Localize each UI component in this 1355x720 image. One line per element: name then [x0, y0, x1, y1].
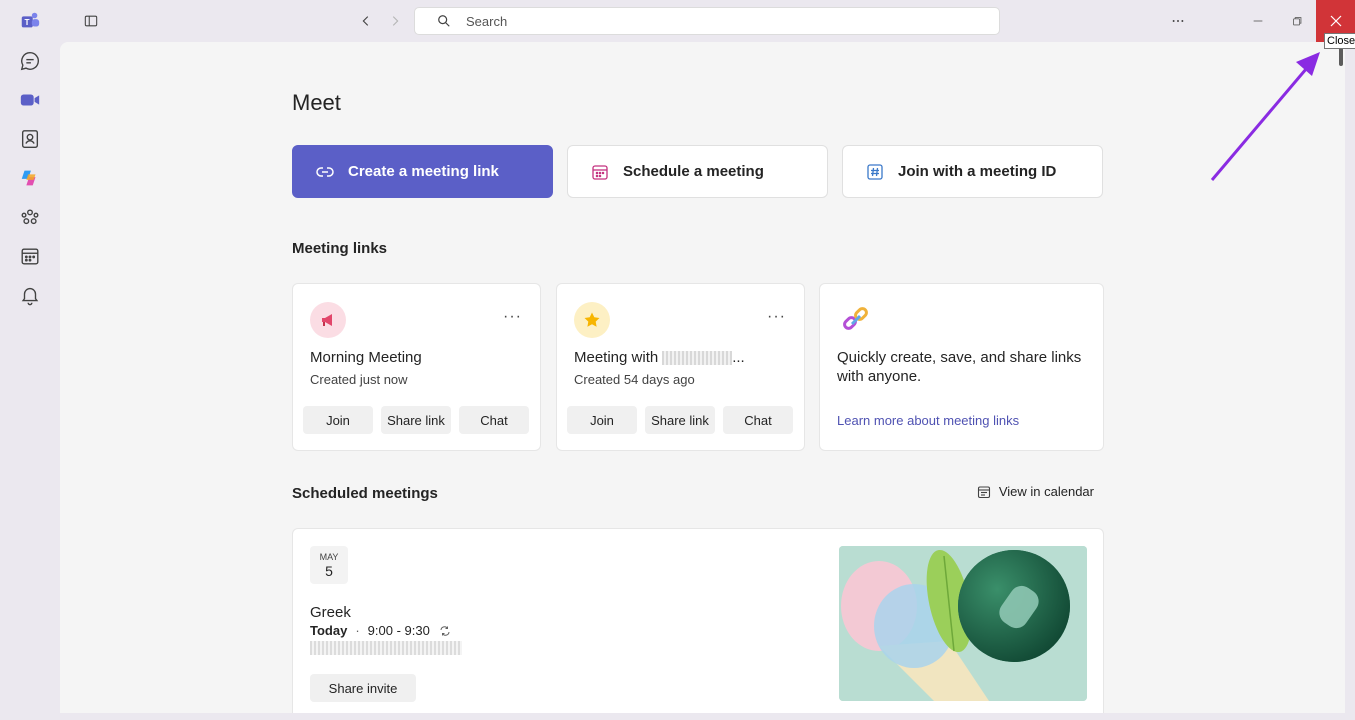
redacted-details — [310, 641, 462, 655]
meeting-time: Today · 9:00 - 9:30 — [310, 623, 451, 638]
title-bar — [60, 0, 1355, 42]
join-meeting-id-button[interactable]: Join with a meeting ID — [842, 145, 1103, 198]
separator: · — [355, 623, 360, 638]
scheduled-meeting-card[interactable]: MAY 5 Greek Today · 9:00 - 9:30 Share in… — [292, 528, 1104, 713]
share-link-button[interactable]: Share link — [645, 406, 715, 434]
scheduled-meetings-title: Scheduled meetings — [292, 485, 438, 502]
join-button[interactable]: Join — [567, 406, 637, 434]
chat-button[interactable]: Chat — [723, 406, 793, 434]
card-subtitle: Created 54 days ago — [574, 372, 695, 387]
meeting-name: Greek — [310, 604, 351, 621]
date-day: 5 — [325, 563, 333, 579]
meeting-link-card[interactable]: ··· Morning Meeting Created just now Joi… — [292, 283, 541, 451]
meeting-day-label: Today — [310, 623, 348, 638]
card-title-text: Meeting with — [574, 349, 659, 366]
card-title: Morning Meeting — [310, 349, 422, 366]
more-options-icon[interactable]: ··· — [767, 308, 786, 326]
schedule-meeting-button[interactable]: Schedule a meeting — [567, 145, 828, 198]
date-month: MAY — [319, 552, 339, 562]
card-subtitle: Created just now — [310, 372, 408, 387]
create-meeting-link-label: Create a meeting link — [348, 163, 499, 180]
scrollbar-thumb[interactable] — [1339, 47, 1343, 66]
minimize-icon[interactable] — [1247, 10, 1269, 32]
page-title: Meet — [292, 90, 341, 115]
main-panel: Meet Create a meeting link Schedule a me… — [60, 42, 1345, 713]
search-icon — [438, 15, 450, 27]
copilot-icon[interactable] — [18, 166, 42, 190]
sidebar-toggle-icon[interactable] — [80, 10, 102, 32]
more-options-icon[interactable]: ··· — [503, 308, 522, 326]
calendar-add-icon — [592, 164, 608, 180]
search-box[interactable] — [414, 7, 1000, 35]
schedule-meeting-label: Schedule a meeting — [623, 163, 764, 180]
back-icon[interactable] — [355, 10, 377, 32]
meeting-link-card[interactable]: ··· Meeting with... Created 54 days ago … — [556, 283, 805, 451]
hashtag-icon — [867, 163, 883, 180]
teams-logo-icon[interactable]: T — [18, 9, 42, 33]
link-icon — [316, 166, 334, 177]
communities-icon[interactable] — [18, 205, 42, 229]
card-title-suffix: ... — [732, 349, 745, 366]
chat-button[interactable]: Chat — [459, 406, 529, 434]
share-link-button[interactable]: Share link — [381, 406, 451, 434]
join-meeting-id-label: Join with a meeting ID — [898, 163, 1057, 180]
create-meeting-link-button[interactable]: Create a meeting link — [292, 145, 553, 198]
close-icon — [1330, 15, 1341, 27]
date-badge: MAY 5 — [310, 546, 348, 584]
recurring-icon — [440, 625, 450, 636]
app-rail: T — [0, 0, 60, 720]
calendar-icon — [977, 485, 990, 498]
redacted-name — [662, 351, 733, 366]
view-in-calendar-label: View in calendar — [998, 484, 1094, 499]
meeting-time-range: 9:00 - 9:30 — [367, 623, 430, 638]
chain-link-icon — [840, 304, 872, 341]
contacts-icon[interactable] — [18, 127, 42, 151]
calendar-icon[interactable] — [18, 244, 42, 268]
chat-icon[interactable] — [18, 49, 42, 73]
view-in-calendar-button[interactable]: View in calendar — [977, 484, 1094, 499]
join-button[interactable]: Join — [303, 406, 373, 434]
svg-text:T: T — [25, 18, 30, 27]
info-text: Quickly create, save, and share links wi… — [837, 349, 1082, 385]
restore-icon[interactable] — [1286, 10, 1308, 32]
star-icon — [574, 302, 610, 338]
search-input[interactable] — [466, 13, 966, 29]
meeting-illustration — [839, 546, 1087, 701]
card-title: Meeting with... — [574, 349, 745, 366]
meet-icon[interactable] — [18, 88, 42, 112]
meeting-links-title: Meeting links — [292, 240, 388, 257]
forward-icon[interactable] — [384, 10, 406, 32]
meeting-links-info-card: Quickly create, save, and share links wi… — [819, 283, 1104, 451]
bell-icon[interactable] — [18, 283, 42, 307]
learn-more-link[interactable]: Learn more about meeting links — [837, 413, 1019, 428]
megaphone-icon — [310, 302, 346, 338]
share-invite-button[interactable]: Share invite — [310, 674, 416, 702]
more-options-icon[interactable] — [1167, 10, 1189, 32]
close-tooltip: Close — [1324, 33, 1355, 49]
